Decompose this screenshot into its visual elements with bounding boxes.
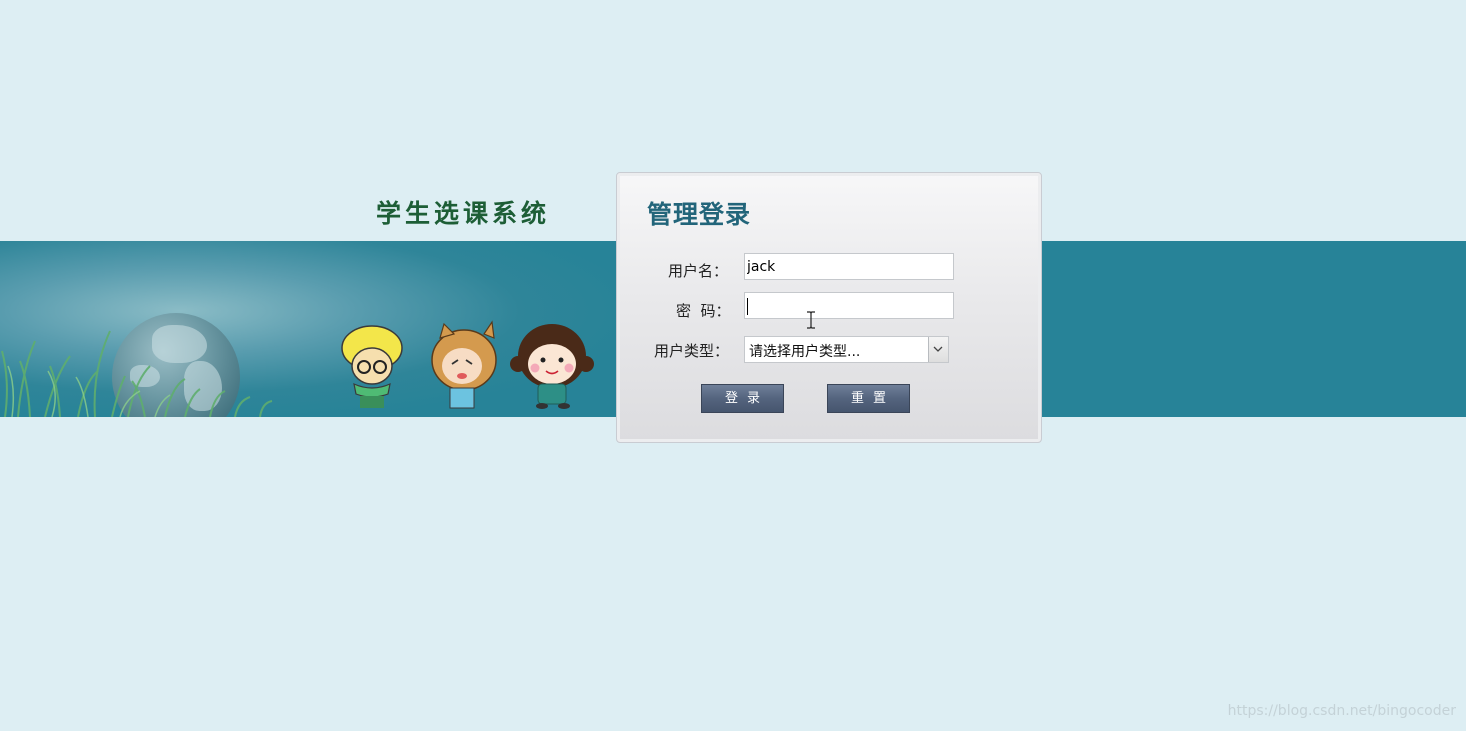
login-panel: 管理登录 用户名： 密 码： 用户类型： 请选择用户类型... 登录 重置 xyxy=(616,172,1042,443)
usertype-selected-value: 请选择用户类型... xyxy=(749,344,861,360)
cat-girl-character-icon xyxy=(431,320,497,409)
login-page: 学生选课系统 管理登录 用户名： jack 密 码： 用户类型： 请选择用户类型… xyxy=(0,0,1466,731)
login-title: 管理登录 xyxy=(647,200,752,229)
app-title: 学生选课系统 xyxy=(376,199,551,228)
boy-character-icon xyxy=(341,325,403,408)
grass-image xyxy=(1,330,273,417)
dark-haired-girl-character-icon xyxy=(510,324,594,409)
usertype-label: 用户类型： xyxy=(654,342,730,360)
cartoon-characters-image xyxy=(341,320,594,409)
username-label: 用户名： xyxy=(668,262,729,280)
usertype-select[interactable]: 请选择用户类型... xyxy=(744,336,949,363)
username-input[interactable] xyxy=(744,253,954,280)
watermark-text: https://blog.csdn.net/bingocoder xyxy=(1227,703,1456,719)
chevron-down-icon[interactable] xyxy=(928,337,948,362)
password-input[interactable] xyxy=(744,292,954,319)
login-button[interactable]: 登录 xyxy=(701,384,784,413)
text-caret xyxy=(747,298,748,315)
password-label: 密 码： xyxy=(676,302,731,320)
reset-button[interactable]: 重置 xyxy=(827,384,910,413)
ibeam-cursor-icon xyxy=(807,311,815,329)
